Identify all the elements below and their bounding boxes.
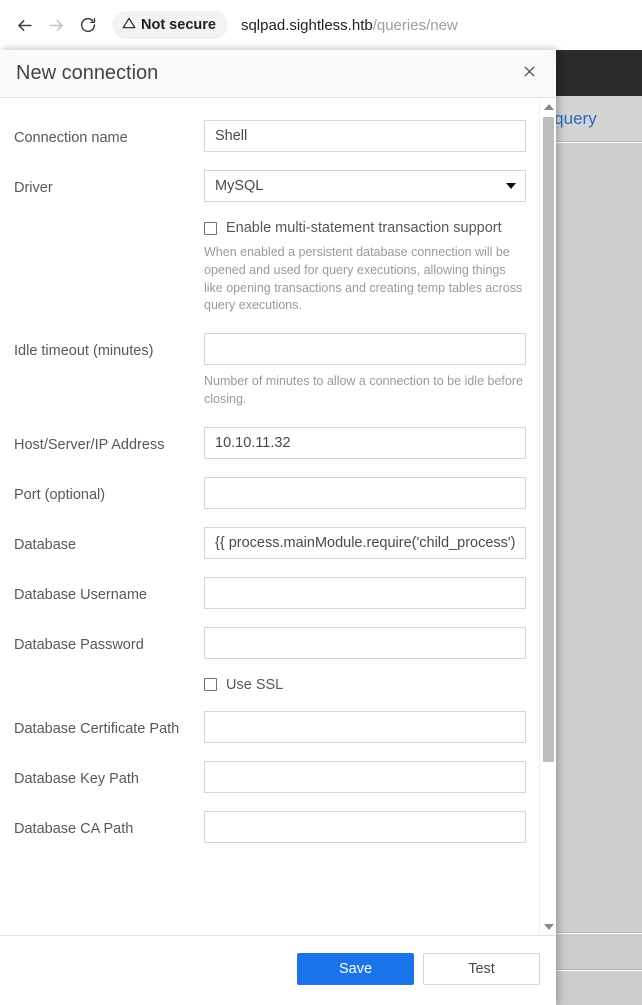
- multi-statement-checkbox[interactable]: [204, 221, 217, 235]
- field-row-multi-statement: Enable multi-statement transaction suppo…: [0, 220, 556, 315]
- test-button[interactable]: Test: [423, 953, 540, 985]
- address-bar[interactable]: Not secure sqlpad.sightless.htb/queries/…: [112, 9, 642, 41]
- field-row-use-ssl: Use SSL: [0, 677, 556, 693]
- back-arrow-icon: [15, 16, 34, 35]
- port-input[interactable]: [204, 476, 526, 509]
- db-cert-path-input[interactable]: [204, 710, 526, 743]
- url-path: /queries/new: [372, 16, 458, 34]
- warning-triangle-icon: [122, 16, 136, 35]
- dialog-scrollbar[interactable]: [539, 98, 556, 935]
- new-connection-dialog: New connection Connection name Shell Dri…: [0, 50, 556, 1005]
- label-db-key-path: Database Key Path: [14, 770, 139, 787]
- field-row-db-ca-path: Database CA Path: [0, 810, 556, 843]
- field-row-db-cert-path: Database Certificate Path: [0, 710, 556, 743]
- url-host: sqlpad.sightless.htb: [240, 16, 373, 34]
- security-status-label: Not secure: [141, 17, 216, 33]
- label-db-ca-path: Database CA Path: [14, 820, 134, 837]
- url-display[interactable]: sqlpad.sightless.htb/queries/new: [241, 17, 458, 34]
- reload-icon: [79, 16, 97, 34]
- dialog-footer: Save Test: [0, 935, 556, 1005]
- screen: Not secure sqlpad.sightless.htb/queries/…: [0, 0, 642, 1005]
- label-connection-name: Connection name: [14, 130, 128, 146]
- multi-statement-label: Enable multi-statement transaction suppo…: [226, 220, 502, 236]
- label-db-cert-path: Database Certificate Path: [14, 720, 180, 737]
- back-button[interactable]: [8, 9, 40, 41]
- reload-button[interactable]: [72, 9, 104, 41]
- multi-statement-help: When enabled a persistent database conne…: [204, 245, 523, 313]
- scroll-down-arrow-icon: [543, 923, 554, 930]
- idle-timeout-help: Number of minutes to allow a connection …: [204, 374, 523, 406]
- field-row-database: Database: [0, 526, 556, 559]
- field-row-connection-name: Connection name: [0, 120, 556, 152]
- driver-select-value: MySQL: [204, 170, 526, 202]
- field-row-port: Port (optional): [0, 476, 556, 509]
- dialog-header: New connection: [0, 50, 556, 98]
- dialog-title: New connection: [16, 62, 159, 84]
- connection-name-input[interactable]: [204, 120, 526, 152]
- scroll-down-button[interactable]: [540, 918, 556, 935]
- label-multi-statement-spacer: [14, 220, 204, 229]
- label-database: Database: [14, 536, 77, 553]
- use-ssl-checkbox[interactable]: [204, 678, 217, 691]
- forward-button[interactable]: [40, 9, 72, 41]
- db-username-input[interactable]: [204, 576, 526, 609]
- close-button[interactable]: [516, 61, 542, 87]
- dialog-body: Connection name Driver MySQL: [0, 98, 556, 935]
- driver-select[interactable]: MySQL: [204, 170, 526, 202]
- field-row-db-password: Database Password: [0, 626, 556, 659]
- scroll-up-arrow-icon: [543, 103, 554, 110]
- field-row-db-key-path: Database Key Path: [0, 760, 556, 793]
- db-key-path-input[interactable]: [204, 760, 526, 793]
- label-idle-timeout: Idle timeout (minutes): [14, 343, 154, 359]
- use-ssl-label: Use SSL: [226, 676, 284, 693]
- close-icon: [522, 64, 537, 84]
- scrollbar-thumb[interactable]: [543, 117, 554, 762]
- field-row-driver: Driver MySQL: [0, 170, 556, 202]
- chevron-down-icon: [506, 183, 516, 189]
- label-host: Host/Server/IP Address: [14, 436, 165, 453]
- label-driver: Driver: [14, 180, 53, 196]
- host-input[interactable]: [204, 426, 526, 459]
- use-ssl-checkbox-row[interactable]: Use SSL: [204, 677, 526, 693]
- scroll-up-button[interactable]: [540, 98, 556, 115]
- label-port: Port (optional): [14, 486, 106, 503]
- db-ca-path-input[interactable]: [204, 810, 526, 843]
- forward-arrow-icon: [47, 16, 66, 35]
- save-button[interactable]: Save: [297, 953, 414, 985]
- browser-toolbar: Not secure sqlpad.sightless.htb/queries/…: [0, 0, 642, 50]
- label-db-password: Database Password: [14, 636, 144, 653]
- multi-statement-checkbox-row[interactable]: Enable multi-statement transaction suppo…: [204, 220, 526, 236]
- field-row-host: Host/Server/IP Address: [0, 426, 556, 459]
- label-db-username: Database Username: [14, 586, 147, 603]
- security-status-chip[interactable]: Not secure: [112, 11, 228, 39]
- idle-timeout-input[interactable]: [204, 333, 526, 365]
- db-password-input[interactable]: [204, 626, 526, 659]
- field-row-db-username: Database Username: [0, 576, 556, 609]
- database-input[interactable]: [204, 526, 526, 559]
- field-row-idle-timeout: Idle timeout (minutes) Number of minutes…: [0, 333, 556, 409]
- label-use-ssl-spacer: [14, 677, 204, 686]
